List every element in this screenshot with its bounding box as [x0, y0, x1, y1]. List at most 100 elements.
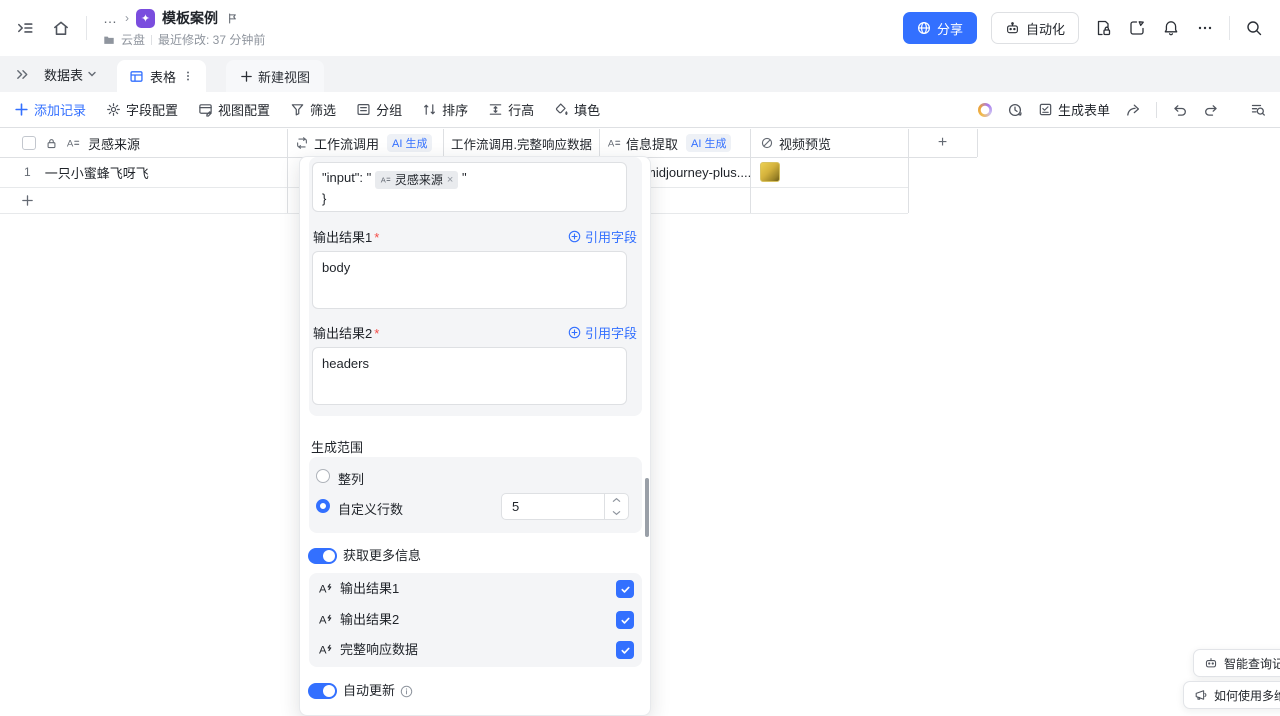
- home-icon[interactable]: [50, 17, 72, 39]
- column-header-extraction[interactable]: A 信息提取 AI 生成: [599, 129, 750, 157]
- datasheet-label: 数据表: [44, 65, 83, 84]
- ai-field-icon: A: [318, 581, 333, 596]
- table-row[interactable]: 1 一只小蜜蜂飞呀飞: [0, 157, 287, 187]
- tab-grid-view[interactable]: 表格: [117, 60, 206, 92]
- smart-query-pill[interactable]: 智能查询记录: [1193, 649, 1280, 677]
- reference-field-link[interactable]: 引用字段: [568, 227, 637, 246]
- output2-input[interactable]: headers: [312, 347, 627, 405]
- row-height-label: 行高: [508, 100, 534, 119]
- attachment-field-type-icon: [760, 136, 774, 150]
- fill-color-button[interactable]: 填色: [554, 100, 600, 119]
- new-view-button[interactable]: 新建视图: [226, 60, 324, 92]
- last-modified: 最近修改: 37 分钟前: [158, 31, 265, 48]
- more-field-row[interactable]: A 输出结果1: [309, 580, 642, 598]
- grid-toolbar: 添加记录 字段配置 视图配置 筛选 分组 排序 行高: [0, 92, 1280, 128]
- stepper-down-icon[interactable]: [605, 507, 628, 520]
- topbar-right-divider: [1229, 16, 1230, 40]
- svg-text:A: A: [319, 615, 327, 627]
- more-field-checkbox[interactable]: [616, 580, 634, 598]
- auto-update-label: 自动更新: [343, 683, 395, 699]
- extraction-text: midjourney-plus....: [645, 165, 750, 180]
- required-asterisk: *: [374, 326, 379, 341]
- output2-value: headers: [322, 356, 369, 371]
- column-header-full-response[interactable]: 工作流调用.完整响应数据: [443, 129, 599, 157]
- reference-field-link[interactable]: 引用字段: [568, 323, 637, 342]
- row-height-button[interactable]: 行高: [488, 100, 534, 119]
- cell-inspiration[interactable]: 一只小蜜蜂飞呀飞: [45, 163, 149, 182]
- auto-update-toggle[interactable]: [308, 683, 337, 699]
- breadcrumb-separator-icon: ›: [125, 11, 129, 25]
- share-label: 分享: [937, 19, 963, 38]
- field-config-button[interactable]: 字段配置: [106, 100, 178, 119]
- row-height-icon: [488, 102, 503, 117]
- undo-icon[interactable]: [1172, 102, 1188, 118]
- view-tab-bar: 数据表 表格 新建视图: [0, 56, 1280, 92]
- history-clock-icon[interactable]: [1007, 102, 1023, 118]
- workflow-input-editor[interactable]: "input": " A 灵感来源 × " }: [312, 162, 627, 212]
- share-view-icon[interactable]: [1125, 102, 1141, 118]
- automation-button[interactable]: 自动化: [991, 12, 1079, 44]
- output1-input[interactable]: body: [312, 251, 627, 309]
- generate-form-button[interactable]: 生成表单: [1038, 100, 1110, 119]
- cell-preview[interactable]: [750, 157, 908, 187]
- field-config-panel: "input": " A 灵感来源 × " } 输出结果1* 引用字段 body…: [299, 156, 651, 716]
- add-record-button[interactable]: 添加记录: [14, 100, 86, 119]
- breadcrumb-folder[interactable]: 云盘: [121, 31, 145, 48]
- file-permission-icon[interactable]: [1093, 18, 1113, 38]
- more-field-checkbox[interactable]: [616, 611, 634, 629]
- view-more-icon[interactable]: [182, 70, 194, 82]
- notifications-bell-icon[interactable]: [1161, 18, 1181, 38]
- topbar-divider: [86, 16, 87, 40]
- ai-field-icon: A: [318, 642, 333, 657]
- radio-custom-rows[interactable]: [316, 499, 330, 513]
- output2-label: 输出结果2*: [313, 323, 379, 342]
- select-all-checkbox[interactable]: [22, 136, 36, 150]
- custom-rows-input[interactable]: [502, 494, 604, 519]
- ai-field-icon: A: [318, 612, 333, 627]
- help-pill[interactable]: 如何使用多维表格: [1183, 681, 1280, 709]
- field-reference-chip[interactable]: A 灵感来源 ×: [375, 171, 458, 189]
- remove-chip-icon[interactable]: ×: [447, 170, 453, 190]
- smart-query-label: 智能查询记录: [1224, 655, 1280, 672]
- stepper-up-icon[interactable]: [605, 494, 628, 507]
- breadcrumb: … › ✦ 模板案例 云盘 最近修改: 37 分钟前: [103, 8, 265, 48]
- redo-icon[interactable]: [1203, 102, 1219, 118]
- datasheet-switcher[interactable]: 数据表: [40, 65, 101, 84]
- svg-text:A: A: [319, 645, 327, 657]
- sidebar-toggle-icon[interactable]: [14, 17, 36, 39]
- more-field-row[interactable]: A 完整响应数据: [309, 641, 642, 659]
- svg-text:A: A: [381, 175, 387, 184]
- plus-icon: [240, 70, 253, 83]
- sort-button[interactable]: 排序: [422, 100, 468, 119]
- search-records-icon[interactable]: [1250, 102, 1266, 118]
- chip-label: 灵感来源: [395, 170, 443, 190]
- ai-theme-ring-icon[interactable]: [978, 103, 992, 117]
- column-header-workflow[interactable]: 工作流调用 AI 生成: [287, 129, 443, 157]
- more-field-checkbox[interactable]: [616, 641, 634, 659]
- addon-widget-icon[interactable]: [1127, 18, 1147, 38]
- auto-update-row: 自动更新: [343, 683, 413, 699]
- more-field-label: 输出结果2: [340, 611, 399, 629]
- topbar: … › ✦ 模板案例 云盘 最近修改: 37 分钟前: [0, 0, 1280, 56]
- group-button[interactable]: 分组: [356, 100, 402, 119]
- custom-rows-stepper: [501, 493, 629, 520]
- share-button[interactable]: 分享: [903, 12, 977, 44]
- group-icon: [356, 102, 371, 117]
- column-header-preview[interactable]: 视频预览: [750, 129, 908, 157]
- radio-full-column[interactable]: [316, 469, 330, 483]
- add-field-button[interactable]: +: [908, 129, 977, 157]
- breadcrumb-more[interactable]: …: [103, 10, 118, 26]
- column-header-inspiration[interactable]: A 灵感来源: [0, 129, 287, 157]
- json-text: "input": ": [322, 170, 371, 185]
- filter-button[interactable]: 筛选: [290, 100, 336, 119]
- panel-scrollbar[interactable]: [645, 478, 649, 537]
- pin-icon[interactable]: [225, 11, 239, 25]
- expand-views-icon[interactable]: [14, 66, 30, 82]
- more-menu-icon[interactable]: [1195, 18, 1215, 38]
- more-field-row[interactable]: A 输出结果2: [309, 611, 642, 629]
- sort-icon: [422, 102, 437, 117]
- search-icon[interactable]: [1244, 18, 1264, 38]
- video-preview-thumbnail[interactable]: [760, 162, 780, 182]
- fetch-more-toggle[interactable]: [308, 548, 337, 564]
- view-config-button[interactable]: 视图配置: [198, 100, 270, 119]
